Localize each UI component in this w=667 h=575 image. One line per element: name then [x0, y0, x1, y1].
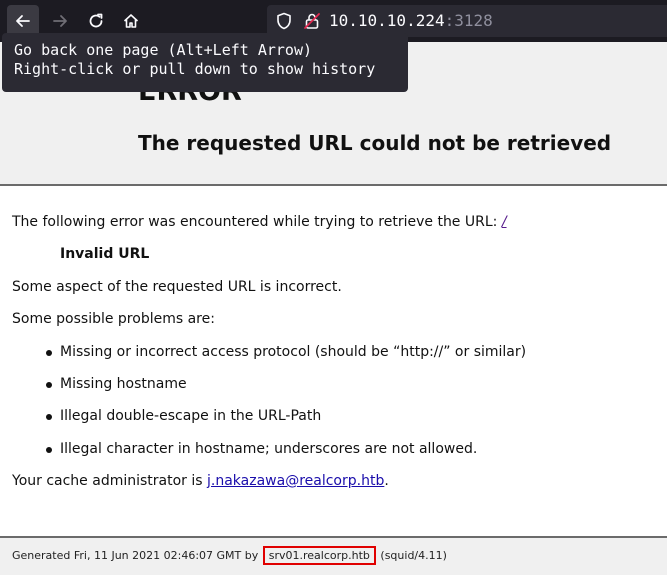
reload-icon [89, 13, 103, 28]
home-icon [123, 14, 139, 28]
bullet-dot [46, 447, 52, 453]
bullet-dot [46, 350, 52, 356]
url-text[interactable]: 10.10.10.224:3128 [329, 10, 493, 32]
list-item: Missing hostname [60, 376, 187, 392]
forward-arrow-icon [53, 15, 67, 27]
tooltip-line-2: Right-click or pull down to show history [14, 60, 376, 78]
error-description: Some aspect of the requested URL is inco… [12, 279, 342, 295]
bullet-dot [46, 382, 52, 388]
tooltip-line-1: Go back one page (Alt+Left Arrow) [14, 41, 313, 59]
list-item: Illegal double-escape in the URL-Path [60, 408, 322, 424]
problems-heading: Some possible problems are: [12, 311, 215, 327]
admin-line: Your cache administrator is j.nakazawa@r… [12, 471, 389, 491]
footer-text: Generated Fri, 11 Jun 2021 02:46:07 GMT … [12, 546, 447, 565]
admin-suffix: . [384, 473, 389, 489]
page-subtitle: The requested URL could not be retrieved [138, 131, 612, 155]
url-host: 10.10.10.224 [329, 11, 445, 30]
page-footer: Generated Fri, 11 Jun 2021 02:46:07 GMT … [0, 536, 667, 575]
error-name: Invalid URL [60, 246, 150, 262]
requested-url-link[interactable]: / [502, 214, 507, 230]
admin-email-link[interactable]: j.nakazawa@realcorp.htb [207, 473, 384, 489]
url-port: :3128 [444, 11, 493, 30]
bullet-dot [46, 414, 52, 420]
lock-icon[interactable] [303, 12, 321, 30]
footer-software: (squid/4.11) [380, 549, 447, 562]
admin-prefix: Your cache administrator is [12, 473, 208, 489]
footer-hostname-highlight: srv01.realcorp.htb [262, 546, 376, 565]
list-item: Missing or incorrect access protocol (sh… [60, 344, 527, 360]
shield-icon[interactable] [275, 12, 293, 30]
back-arrow-icon [16, 15, 30, 27]
intro-line: The following error was encountered whil… [12, 212, 507, 232]
list-item: Illegal character in hostname; underscor… [60, 441, 478, 457]
back-button-tooltip: Go back one page (Alt+Left Arrow) Right-… [2, 33, 408, 92]
intro-text: The following error was encountered whil… [12, 214, 502, 230]
footer-generated: Generated Fri, 11 Jun 2021 02:46:07 GMT … [12, 549, 259, 562]
